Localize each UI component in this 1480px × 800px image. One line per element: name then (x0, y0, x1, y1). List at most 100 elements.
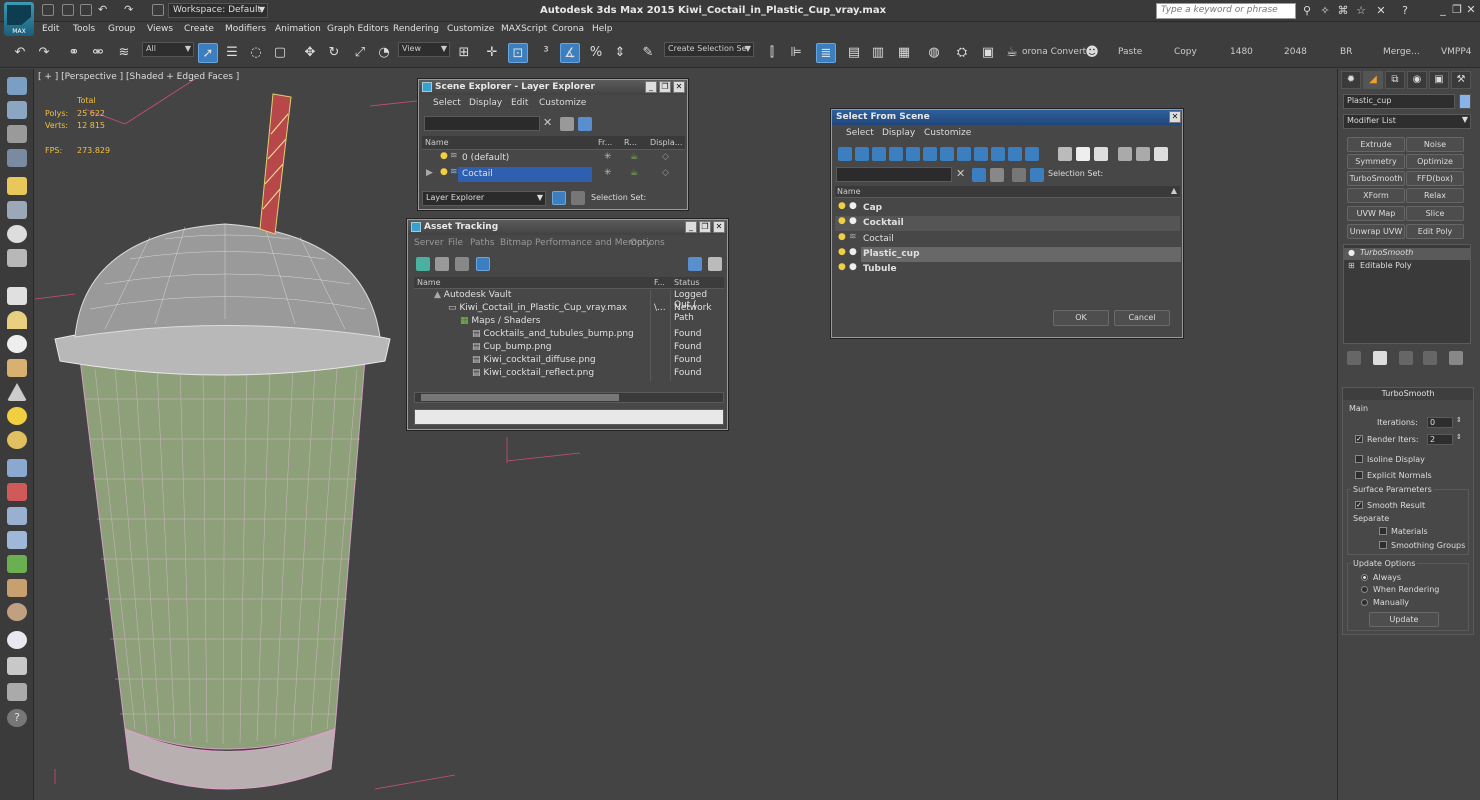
curve-editor-icon[interactable]: ▥ (868, 43, 888, 63)
asset-menu-bitmap[interactable]: Bitmap Performance and Memory (500, 238, 651, 248)
select-by-name-icon[interactable]: ☰ (222, 43, 242, 63)
exchange-icon[interactable]: ✕ (1374, 4, 1388, 18)
asset-tracking-titlebar[interactable]: Asset Tracking _ ❐ ✕ (408, 220, 727, 235)
display-hidden-icon[interactable] (1025, 147, 1039, 161)
object-name-field[interactable]: Plastic_cup (1343, 94, 1455, 109)
modifier-button-optimize[interactable]: Optimize (1406, 154, 1464, 169)
lightbulb-icon[interactable]: ● (1348, 248, 1355, 257)
display-cameras-icon[interactable] (889, 147, 903, 161)
sfs-col-name[interactable]: Name (837, 187, 861, 196)
modifier-button-relax[interactable]: Relax (1406, 188, 1464, 203)
sfs-row-cap[interactable]: ● ● Cap (835, 201, 1180, 216)
stack-item-turbosmooth[interactable]: ● TurboSmooth (1344, 248, 1470, 260)
scale-icon[interactable]: ⤢ (350, 43, 370, 63)
bind-space-warp-icon[interactable]: ≋ (114, 43, 134, 63)
clear-search-icon[interactable]: ✕ (956, 167, 965, 180)
render-teapot-icon[interactable]: ☕ (630, 168, 638, 178)
display-xrefs-icon[interactable] (957, 147, 971, 161)
modifier-button-slice[interactable]: Slice (1406, 206, 1464, 221)
menu-customize[interactable]: Customize (447, 24, 494, 34)
resolution-1480-button[interactable]: 1480 (1230, 47, 1253, 57)
make-unique-icon[interactable] (1399, 351, 1413, 365)
display-bones-icon[interactable] (974, 147, 988, 161)
close-icon[interactable]: ✕ (673, 81, 685, 93)
corona-icon[interactable]: ☻ (1082, 43, 1102, 63)
display-shapes-icon[interactable] (855, 147, 869, 161)
save-file-icon[interactable] (80, 4, 92, 16)
grid-layout-icon[interactable] (7, 657, 27, 675)
detail-view-icon[interactable] (455, 257, 469, 271)
menu-rendering[interactable]: Rendering (393, 24, 439, 34)
edit-named-selection-icon[interactable]: ✎ (638, 43, 658, 63)
viewport-label[interactable]: [ + ] [Perspective ] [Shaded + Edged Fac… (38, 72, 239, 82)
sfs-search-input[interactable] (836, 167, 952, 182)
col-render[interactable]: R... (624, 138, 637, 147)
col-freeze[interactable]: Fr... (598, 138, 612, 147)
corona-convert-button[interactable]: orona Convert (1022, 47, 1086, 57)
modifier-button-unwrap-uvw[interactable]: Unwrap UVW (1347, 224, 1405, 239)
asset-col-name[interactable]: Name (417, 278, 441, 287)
asset-menu-paths[interactable]: Paths (470, 238, 494, 248)
clear-search-icon[interactable]: ✕ (543, 116, 552, 129)
scene-explorer-search-input[interactable] (424, 116, 540, 131)
undo-icon[interactable]: ↶ (98, 3, 110, 16)
paste-button[interactable]: Paste (1118, 47, 1142, 57)
modifier-button-noise[interactable]: Noise (1406, 137, 1464, 152)
undo-button[interactable]: ↶ (10, 43, 30, 63)
sfs-menu-customize[interactable]: Customize (924, 128, 971, 138)
material-editor-icon[interactable]: ◍ (924, 43, 944, 63)
minimize-icon[interactable]: _ (645, 81, 657, 93)
close-icon[interactable]: ✕ (713, 221, 725, 233)
sfs-row-cocktail[interactable]: ● ● Cocktail (835, 216, 1180, 231)
resolution-2048-button[interactable]: 2048 (1284, 47, 1307, 57)
percent-snap-icon[interactable]: % (586, 43, 606, 63)
asset-row[interactable]: ▤ Kiwi_cocktail_diffuse.png (472, 355, 596, 365)
redo-button[interactable]: ↷ (34, 43, 54, 63)
asset-menu-server[interactable]: Server (414, 238, 444, 248)
freeze-icon[interactable]: ✳ (604, 168, 612, 178)
selection-region-icon[interactable]: ◌ (246, 43, 266, 63)
scene-explorer-menu-customize[interactable]: Customize (539, 98, 586, 108)
link-icon[interactable]: ⚭ (64, 43, 84, 63)
manipulate-icon[interactable]: ✛ (482, 43, 502, 63)
asset-row[interactable]: ▭ Kiwi_Coctail_in_Plastic_Cup_vray.max (448, 303, 627, 313)
modifier-button-xform[interactable]: XForm (1347, 188, 1405, 203)
particles-icon[interactable] (7, 459, 27, 477)
render-teapot-icon[interactable]: ☕ (630, 152, 638, 162)
help-icon[interactable]: ? (1398, 4, 1412, 18)
modifier-list-dropdown[interactable]: Modifier List ▼ (1343, 114, 1471, 129)
light-icon[interactable] (7, 177, 27, 195)
menu-corona[interactable]: Corona (552, 24, 584, 34)
scene-explorer-titlebar[interactable]: Scene Explorer - Layer Explorer _ ❐ ✕ (419, 80, 687, 95)
close-icon[interactable]: ✕ (1464, 3, 1478, 17)
scene-explorer-menu-edit[interactable]: Edit (511, 98, 528, 108)
smooth-result-checkbox[interactable]: ✓ (1355, 501, 1363, 509)
options-icon[interactable] (1154, 147, 1168, 161)
menu-create[interactable]: Create (184, 24, 214, 34)
star-icon[interactable]: ☆ (1354, 4, 1368, 18)
place-icon[interactable]: ◔ (374, 43, 394, 63)
motion-icon[interactable] (7, 149, 27, 167)
isoline-checkbox[interactable] (1355, 455, 1363, 463)
display-cube-icon[interactable]: ◇ (662, 168, 669, 178)
binoculars-icon[interactable]: ⚲ (1300, 4, 1314, 18)
spinner-arrows-icon[interactable]: ⇕ (1456, 416, 1462, 424)
close-icon[interactable]: ✕ (1169, 111, 1181, 123)
sfs-row-coctail[interactable]: ● ≋ Coctail (835, 232, 1180, 247)
sun-icon[interactable] (7, 407, 27, 425)
minimize-icon[interactable]: _ (1436, 3, 1450, 17)
tab-utilities[interactable]: ⚒ (1451, 71, 1471, 89)
menu-maxscript[interactable]: MAXScript (501, 24, 547, 34)
sort-up-icon[interactable]: ▲ (1171, 186, 1177, 195)
menu-group[interactable]: Group (108, 24, 135, 34)
col-name[interactable]: Name (425, 138, 449, 147)
find-case-icon[interactable] (972, 168, 986, 182)
gear-icon[interactable] (7, 531, 27, 549)
refresh-icon[interactable] (416, 257, 430, 271)
modifier-button-turbosmooth[interactable]: TurboSmooth (1347, 171, 1405, 186)
stack-item-editable-poly[interactable]: ⊞ Editable Poly (1344, 261, 1470, 273)
tab-modify[interactable]: ◢ (1363, 71, 1383, 89)
open-file-icon[interactable] (62, 4, 74, 16)
menu-graph-editors[interactable]: Graph Editors (327, 24, 389, 34)
when-rendering-radio[interactable] (1361, 586, 1368, 593)
